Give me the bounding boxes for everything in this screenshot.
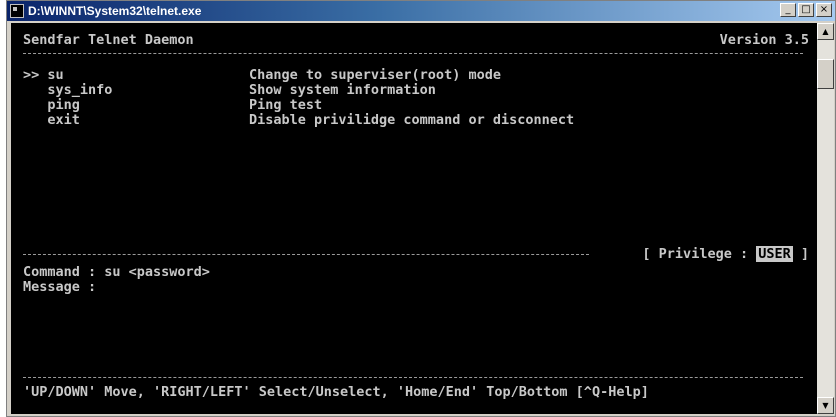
menu-indent	[23, 82, 47, 98]
command-line[interactable]: Command : su <password>	[23, 265, 210, 280]
window-title: D:\WINNT\System32\telnet.exe	[28, 4, 202, 18]
privilege-bracket: ]	[792, 246, 809, 262]
menu-indent	[23, 97, 47, 113]
privilege-indicator: [ Privilege : USER ]	[642, 246, 809, 262]
message-line: Message :	[23, 279, 97, 295]
minimize-button[interactable]: _	[780, 3, 796, 17]
menu-item-ping[interactable]: ping	[23, 98, 80, 113]
selection-marker: >>	[23, 67, 48, 83]
title-bar[interactable]: D:\WINNT\System32\telnet.exe _ □ ×	[7, 1, 835, 21]
menu-item-sys-info[interactable]: sys_info	[23, 83, 112, 98]
menu-item-su[interactable]: >> su	[23, 68, 64, 83]
menu-item-exit[interactable]: exit	[23, 113, 80, 128]
scroll-thumb[interactable]	[817, 59, 834, 89]
menu-command: sys_info	[47, 82, 113, 98]
header-separator	[23, 53, 803, 54]
daemon-version: Version 3.5	[719, 32, 809, 48]
menu-description: Disable privilidge command or disconnect	[249, 112, 575, 128]
privilege-label: [ Privilege :	[642, 246, 757, 262]
help-footer: 'UP/DOWN' Move, 'RIGHT/LEFT' Select/Unse…	[23, 384, 649, 400]
console-area[interactable]: Sendfar Telnet Daemon Version 3.5 >> su …	[11, 23, 817, 414]
menu-description: Ping test	[249, 97, 323, 113]
privilege-value-badge: USER	[756, 246, 793, 262]
command-separator	[23, 254, 589, 255]
menu-command: exit	[47, 112, 80, 128]
close-button[interactable]: ×	[816, 3, 832, 17]
maximize-button[interactable]: □	[798, 3, 814, 17]
menu-command: ping	[47, 97, 80, 113]
scroll-up-button[interactable]: ▲	[817, 23, 834, 40]
daemon-name: Sendfar Telnet Daemon	[23, 32, 194, 48]
footer-separator	[23, 377, 803, 378]
menu-command: su	[47, 67, 64, 83]
scroll-down-button[interactable]: ▼	[817, 397, 834, 414]
telnet-window: D:\WINNT\System32\telnet.exe _ □ × Sendf…	[6, 0, 836, 417]
menu-description: Show system information	[249, 82, 436, 98]
console-app-icon[interactable]	[10, 4, 24, 18]
vertical-scrollbar[interactable]: ▲ ▼	[817, 23, 834, 414]
menu-indent	[23, 112, 47, 128]
window-controls: _ □ ×	[780, 3, 832, 17]
menu-description: Change to superviser(root) mode	[249, 67, 501, 83]
